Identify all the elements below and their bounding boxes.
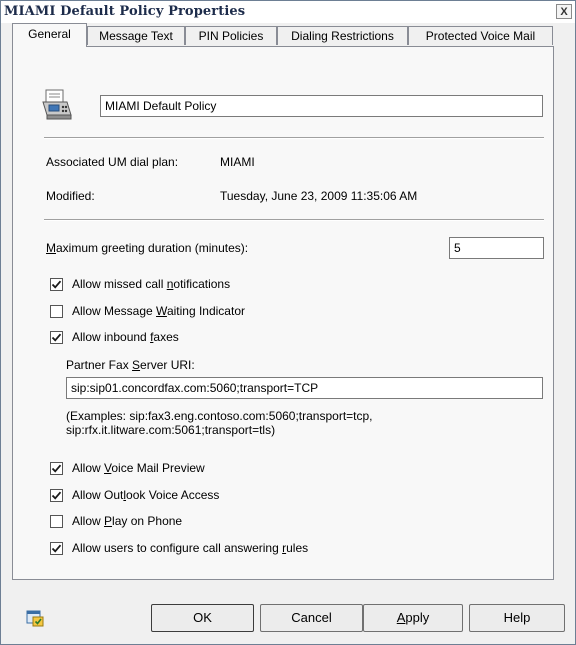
tab-dialing-restrictions[interactable]: Dialing Restrictions [277, 26, 408, 45]
voice-mail-preview-label: Allow Voice Mail Preview [72, 461, 205, 475]
label-text: oice Mail Preview [111, 461, 205, 475]
separator [44, 137, 544, 139]
max-greeting-field[interactable]: 5 [449, 237, 544, 259]
window-title: MIAMI Default Policy Properties [4, 4, 246, 19]
tab-strip: General Message Text PIN Policies Dialin… [1, 23, 575, 47]
call-answering-rules-label: Allow users to configure call answering … [72, 541, 308, 555]
fax-uri-examples-line1: (Examples: sip:fax3.eng.contoso.com:5060… [66, 409, 373, 423]
policy-name-field[interactable]: MIAMI Default Policy [100, 95, 543, 117]
missed-call-notifications-checkbox[interactable] [50, 278, 63, 291]
access-key: S [132, 358, 141, 372]
message-waiting-indicator-label: Allow Message Waiting Indicator [72, 304, 245, 318]
access-key: M [46, 241, 56, 255]
tab-message-text[interactable]: Message Text [87, 26, 185, 45]
label-text: Allow Message [72, 304, 157, 318]
label-text: ules [286, 541, 309, 555]
fax-server-uri-field[interactable]: sip:sip01.concordfax.com:5060;transport=… [66, 377, 543, 399]
cancel-button[interactable]: Cancel [260, 604, 363, 632]
message-waiting-indicator-checkbox[interactable] [50, 305, 63, 318]
label-text: lay on Phone [112, 514, 183, 528]
label-text: pply [405, 610, 430, 625]
apply-button[interactable]: Apply [363, 604, 463, 632]
separator [44, 219, 544, 221]
help-context-icon[interactable] [26, 609, 44, 627]
label-text: Allow missed call [72, 277, 167, 291]
dial-plan-value: MIAMI [220, 155, 255, 169]
missed-call-notifications-label: Allow missed call notifications [72, 277, 230, 291]
outlook-voice-access-label: Allow Outlook Voice Access [72, 488, 219, 502]
fax-uri-examples-line2: sip:rfx.it.litware.com:5061;transport=tl… [66, 423, 276, 437]
label-text: erver URI: [140, 358, 195, 372]
modified-value: Tuesday, June 23, 2009 11:35:06 AM [220, 189, 418, 203]
label-text: Partner Fax [66, 358, 133, 372]
dial-plan-label: Associated UM dial plan: [46, 155, 179, 169]
play-on-phone-label: Allow Play on Phone [72, 514, 182, 528]
label-text: aiting Indicator [166, 304, 245, 318]
outlook-voice-access-checkbox[interactable] [50, 489, 63, 502]
help-button[interactable]: Help [469, 604, 565, 632]
ok-button[interactable]: OK [151, 604, 254, 632]
tab-protected-voice-mail[interactable]: Protected Voice Mail [408, 26, 553, 45]
inbound-faxes-checkbox[interactable] [50, 331, 63, 344]
tab-general[interactable]: General [12, 23, 87, 47]
fax-server-uri-label: Partner Fax Server URI: [66, 358, 195, 372]
label-text: Allow inbound [72, 330, 151, 344]
label-text: Allow [72, 514, 105, 528]
label-text: Allow users to configure call answering [72, 541, 283, 555]
label-text: axes [153, 330, 179, 344]
label-text: Allow Out [72, 488, 124, 502]
title-bar[interactable]: MIAMI Default Policy Properties X [1, 1, 575, 23]
call-answering-rules-checkbox[interactable] [50, 542, 63, 555]
play-on-phone-checkbox[interactable] [50, 515, 63, 528]
max-greeting-label: Maximum greeting duration (minutes): [46, 241, 248, 255]
voice-mail-preview-checkbox[interactable] [50, 462, 63, 475]
label-text: otifications [173, 277, 231, 291]
label-text: ook Voice Access [126, 488, 220, 502]
access-key: P [104, 514, 113, 528]
tab-pin-policies[interactable]: PIN Policies [185, 26, 277, 45]
inbound-faxes-label: Allow inbound faxes [72, 330, 179, 344]
fax-icon [40, 88, 74, 122]
label-text: aximum greeting duration (minutes): [56, 241, 249, 255]
close-button[interactable]: X [556, 4, 572, 19]
modified-label: Modified: [46, 189, 95, 203]
label-text: Allow [72, 461, 105, 475]
access-key: W [156, 304, 167, 318]
